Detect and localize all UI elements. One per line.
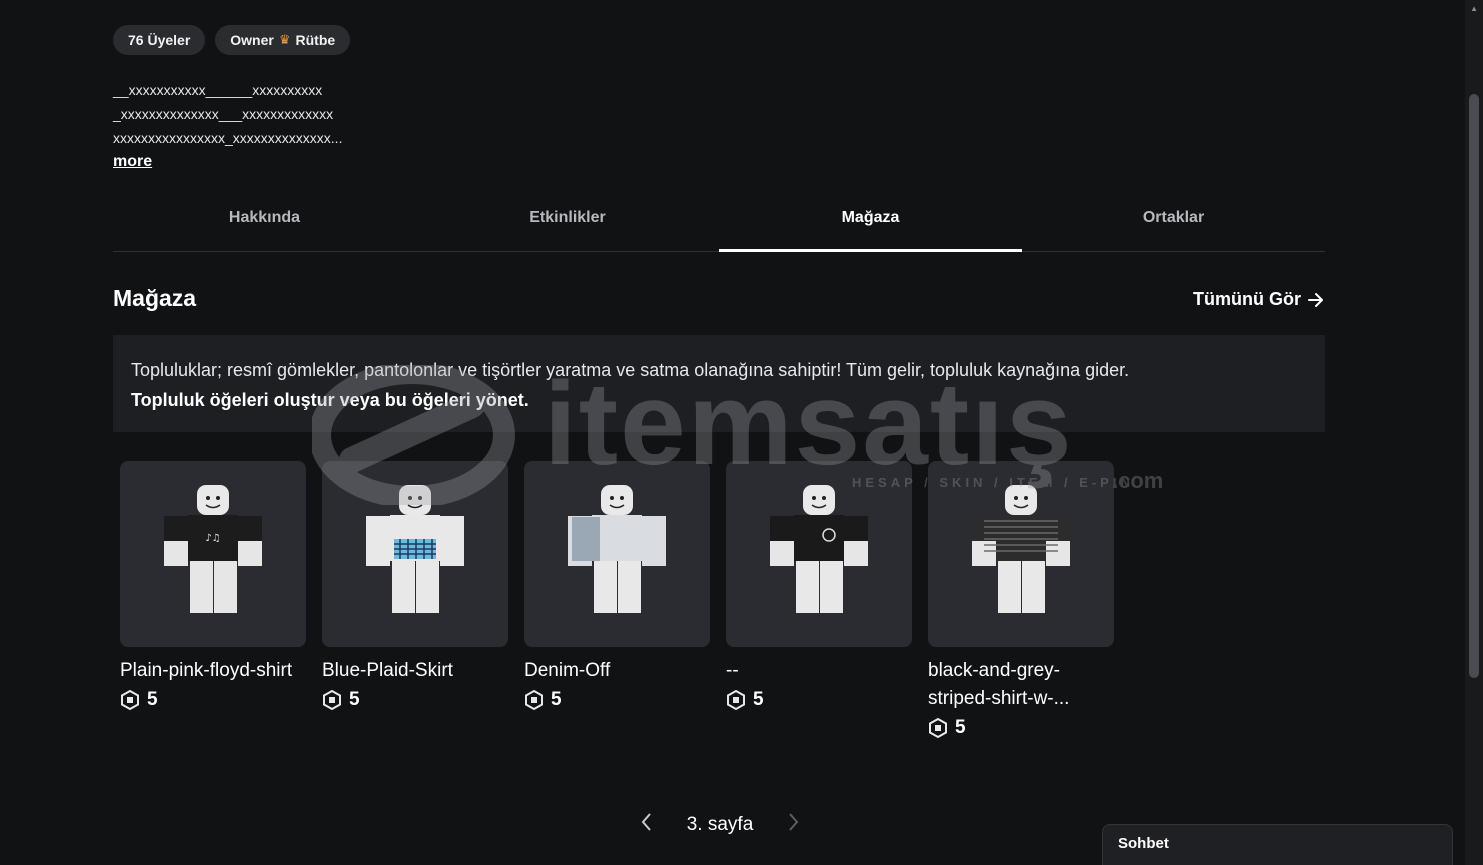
- pagination: 3. sayfa: [640, 808, 800, 842]
- avatar-figure-icon: [568, 485, 666, 613]
- item-name[interactable]: --: [726, 657, 912, 685]
- store-title: Mağaza: [113, 285, 197, 311]
- store-info-text: Topluluklar; resmî gömlekler, pantolonla…: [131, 360, 1130, 380]
- members-count-label: 76 Üyeler: [128, 32, 191, 48]
- group-chips: 76 Üyeler Owner ♛ Rütbe: [113, 25, 351, 55]
- item-price-value: 5: [955, 717, 966, 738]
- description-line: _xxxxxxxxxxxxxx___xxxxxxxxxxxxx: [113, 106, 334, 122]
- item-price-value: 5: [753, 689, 764, 710]
- store-item-card[interactable]: black-and-grey-striped-shirt-w-... 5: [928, 461, 1114, 739]
- chevron-left-icon: [641, 813, 651, 831]
- item-price: 5: [726, 689, 912, 711]
- rank-chip[interactable]: Owner ♛ Rütbe: [215, 25, 351, 55]
- scroll-up-icon[interactable]: ▲: [1470, 4, 1478, 13]
- robux-icon: [929, 718, 947, 738]
- rank-label: Rütbe: [295, 32, 336, 48]
- item-thumbnail[interactable]: [524, 461, 710, 647]
- scrollbar[interactable]: ▲: [1465, 0, 1483, 865]
- tab-events[interactable]: Etkinlikler: [416, 196, 719, 251]
- item-name[interactable]: Plain-pink-floyd-shirt: [120, 657, 306, 685]
- manage-items-link[interactable]: Topluluk öğeleri oluştur veya bu öğeleri…: [131, 385, 1307, 415]
- avatar-figure-icon: [770, 485, 868, 613]
- chat-label: Sohbet: [1118, 835, 1169, 852]
- members-chip[interactable]: 76 Üyeler: [113, 25, 206, 55]
- item-name[interactable]: Blue-Plaid-Skirt: [322, 657, 508, 685]
- store-item-card[interactable]: Denim-Off 5: [524, 461, 710, 739]
- item-name[interactable]: black-and-grey-striped-shirt-w-...: [928, 657, 1114, 713]
- prev-page-button[interactable]: [640, 812, 654, 838]
- tab-about[interactable]: Hakkında: [113, 196, 416, 251]
- avatar-figure-icon: [366, 485, 464, 613]
- store-info-banner: Topluluklar; resmî gömlekler, pantolonla…: [113, 335, 1325, 432]
- store-item-grid: ♪♫ Plain-pink-floyd-shirt 5 Blue-Plaid-Skir…: [120, 461, 1114, 739]
- robux-icon: [727, 690, 745, 710]
- rank-owner-label: Owner: [230, 32, 274, 48]
- store-item-card[interactable]: ♪♫ Plain-pink-floyd-shirt 5: [120, 461, 306, 739]
- robux-icon: [323, 690, 341, 710]
- more-link[interactable]: more: [113, 153, 152, 171]
- tab-store[interactable]: Mağaza: [719, 196, 1022, 252]
- item-price-value: 5: [551, 689, 562, 710]
- description-line: __xxxxxxxxxxx______xxxxxxxxxx: [113, 82, 323, 98]
- group-store-page: 76 Üyeler Owner ♛ Rütbe __xxxxxxxxxxx___…: [0, 0, 1483, 865]
- item-price: 5: [120, 689, 306, 711]
- next-page-button[interactable]: [786, 812, 800, 838]
- item-thumbnail[interactable]: [322, 461, 508, 647]
- item-thumbnail[interactable]: [928, 461, 1114, 647]
- robux-icon: [525, 690, 543, 710]
- group-tabs: Hakkında Etkinlikler Mağaza Ortaklar: [113, 196, 1325, 252]
- item-price: 5: [524, 689, 710, 711]
- item-name[interactable]: Denim-Off: [524, 657, 710, 685]
- tab-affiliates[interactable]: Ortaklar: [1022, 196, 1325, 251]
- item-price: 5: [322, 689, 508, 711]
- see-all-link[interactable]: Tümünü Gör: [1193, 289, 1325, 310]
- avatar-figure-icon: [972, 485, 1070, 613]
- item-thumbnail[interactable]: ♪♫: [120, 461, 306, 647]
- item-price-value: 5: [349, 689, 360, 710]
- store-item-card[interactable]: Blue-Plaid-Skirt 5: [322, 461, 508, 739]
- description-line: xxxxxxxxxxxxxxxx_xxxxxxxxxxxxxx...: [113, 130, 343, 146]
- avatar-figure-icon: ♪♫: [164, 485, 262, 613]
- scrollbar-thumb[interactable]: [1469, 94, 1479, 678]
- watermark-suffix: .com: [1112, 468, 1164, 493]
- store-item-card[interactable]: -- 5: [726, 461, 912, 739]
- item-price-value: 5: [147, 689, 158, 710]
- page-indicator: 3. sayfa: [686, 814, 754, 835]
- group-description: __xxxxxxxxxxx______xxxxxxxxxx _xxxxxxxxx…: [113, 78, 342, 150]
- crown-icon: ♛: [278, 32, 291, 47]
- chevron-right-icon: [789, 813, 799, 831]
- robux-icon: [121, 690, 139, 710]
- item-thumbnail[interactable]: [726, 461, 912, 647]
- arrow-right-icon: [1308, 292, 1323, 307]
- chat-panel-toggle[interactable]: Sohbet: [1102, 824, 1453, 865]
- svg-text:♪♫: ♪♫: [205, 533, 220, 544]
- item-price: 5: [928, 717, 1114, 739]
- see-all-label: Tümünü Gör: [1193, 289, 1301, 309]
